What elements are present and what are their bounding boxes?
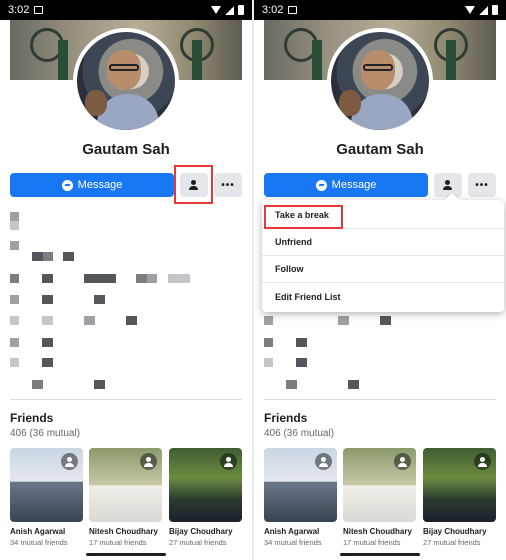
person-icon: [443, 180, 453, 190]
friend-mutual: 34 mutual friends: [264, 538, 322, 547]
profile-avatar[interactable]: [73, 28, 179, 134]
friend-mutual: 17 mutual friends: [343, 538, 401, 547]
message-button-label: Message: [331, 179, 377, 191]
friend-photo[interactable]: [10, 448, 83, 522]
friend-mutual: 27 mutual friends: [423, 538, 481, 547]
menu-item-edit-friend-list[interactable]: Edit Friend List: [262, 283, 504, 310]
battery-icon: [492, 5, 498, 15]
status-time: 3:02: [262, 4, 284, 16]
battery-icon: [238, 5, 244, 15]
friend-cards: Anish Agarwal 34 mutual friends Nitesh C…: [264, 448, 496, 548]
friend-name[interactable]: Bijay Choudhary: [423, 527, 496, 536]
wifi-icon: [465, 6, 475, 14]
messenger-icon: [315, 179, 327, 191]
friend-card[interactable]: Nitesh Choudhary 17 mutual friends: [343, 448, 416, 547]
message-button[interactable]: Message: [10, 173, 174, 197]
friend-card[interactable]: Bijay Choudhary 27 mutual friends: [169, 448, 242, 547]
friend-name[interactable]: Nitesh Choudhary: [89, 527, 162, 536]
add-friend-icon[interactable]: [394, 453, 411, 470]
friends-count: 406 (36 mutual): [264, 428, 335, 439]
wifi-icon: [211, 6, 221, 14]
take-a-break-highlight: [264, 205, 343, 229]
status-bar: 3:02: [0, 0, 252, 20]
more-icon: •••: [475, 179, 489, 191]
message-button[interactable]: Message: [264, 173, 428, 197]
friend-card[interactable]: Nitesh Choudhary 17 mutual friends: [89, 448, 162, 547]
add-friend-icon[interactable]: [140, 453, 157, 470]
status-time: 3:02: [8, 4, 30, 16]
menu-item-follow[interactable]: Follow: [262, 256, 504, 283]
friend-mutual: 27 mutual friends: [169, 538, 227, 547]
friends-section-title[interactable]: Friends: [10, 411, 53, 425]
more-options-button[interactable]: •••: [214, 173, 242, 197]
home-indicator[interactable]: [340, 553, 420, 556]
friends-button-highlight: [174, 165, 213, 204]
friend-name[interactable]: Bijay Choudhary: [169, 527, 242, 536]
status-bar: 3:02: [254, 0, 506, 20]
friends-button[interactable]: [434, 173, 462, 197]
profile-avatar[interactable]: [327, 28, 433, 134]
profile-screen-left: 3:02 Gautam Sah Message ••• Friends 406 …: [0, 0, 252, 560]
profile-name: Gautam Sah: [82, 141, 170, 158]
friend-photo[interactable]: [89, 448, 162, 522]
more-icon: •••: [221, 179, 235, 191]
friend-name[interactable]: Anish Agarwal: [10, 527, 83, 536]
menu-item-unfriend[interactable]: Unfriend: [262, 229, 504, 256]
friend-photo[interactable]: [169, 448, 242, 522]
friend-photo[interactable]: [343, 448, 416, 522]
message-button-label: Message: [77, 179, 123, 191]
add-friend-icon[interactable]: [220, 453, 237, 470]
image-icon: [34, 6, 44, 14]
friend-mutual: 34 mutual friends: [10, 538, 68, 547]
add-friend-icon[interactable]: [61, 453, 78, 470]
friend-card[interactable]: Anish Agarwal 34 mutual friends: [10, 448, 83, 547]
messenger-icon: [61, 179, 73, 191]
friend-name[interactable]: Nitesh Choudhary: [343, 527, 416, 536]
comparison-screens: 3:02 Gautam Sah Message ••• Friends 406 …: [0, 0, 506, 560]
section-divider: [264, 399, 496, 400]
section-divider: [10, 399, 242, 400]
home-indicator[interactable]: [86, 553, 166, 556]
profile-name: Gautam Sah: [336, 141, 424, 158]
image-icon: [288, 6, 298, 14]
friends-section-title[interactable]: Friends: [264, 411, 307, 425]
friend-name[interactable]: Anish Agarwal: [264, 527, 337, 536]
pixelated-details: [10, 208, 190, 394]
friend-card[interactable]: Anish Agarwal 34 mutual friends: [264, 448, 337, 547]
add-friend-icon[interactable]: [474, 453, 491, 470]
friend-mutual: 17 mutual friends: [89, 538, 147, 547]
friends-count: 406 (36 mutual): [10, 428, 81, 439]
friend-card[interactable]: Bijay Choudhary 27 mutual friends: [423, 448, 496, 547]
signal-icon: [479, 5, 488, 15]
add-friend-icon[interactable]: [315, 453, 332, 470]
friend-photo[interactable]: [423, 448, 496, 522]
signal-icon: [225, 5, 234, 15]
friend-photo[interactable]: [264, 448, 337, 522]
friend-cards: Anish Agarwal 34 mutual friends Nitesh C…: [10, 448, 242, 548]
more-options-button[interactable]: •••: [468, 173, 496, 197]
